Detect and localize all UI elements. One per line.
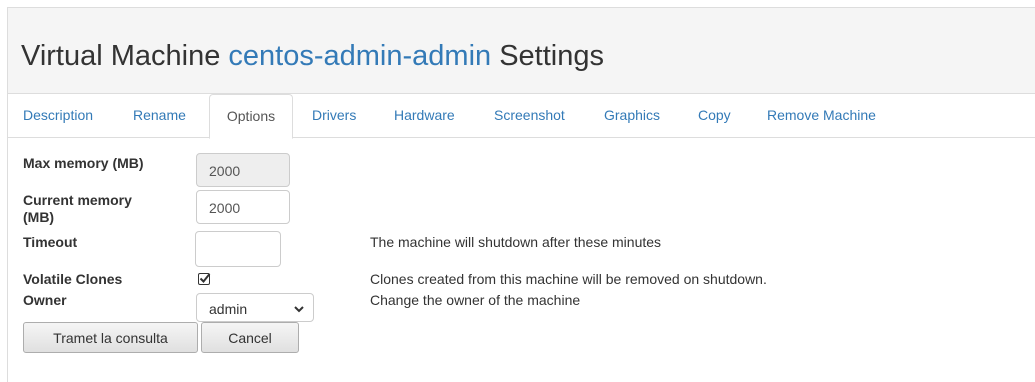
tab-copy[interactable]: Copy (698, 94, 731, 138)
current-memory-label-line1: Current memory (23, 192, 132, 208)
tab-graphics[interactable]: Graphics (604, 94, 660, 138)
checkmark-icon (199, 273, 211, 283)
current-memory-input[interactable]: 2000 (196, 190, 290, 224)
max-memory-input[interactable]: 2000 (196, 153, 290, 187)
current-memory-value: 2000 (209, 200, 241, 216)
tab-options[interactable]: Options (209, 94, 293, 139)
timeout-help: The machine will shutdown after these mi… (370, 234, 662, 250)
page-title: Virtual Machine centos-admin-admin Setti… (21, 38, 604, 74)
current-memory-label-line2: (MB) (23, 209, 55, 225)
chevron-down-icon (294, 306, 304, 313)
current-memory-label: Current memory (MB) (23, 192, 132, 226)
tab-screenshot[interactable]: Screenshot (494, 94, 565, 138)
tab-description[interactable]: Description (23, 94, 93, 138)
tab-hardware[interactable]: Hardware (394, 94, 455, 138)
tab-bar: Description Rename Options Drivers Hardw… (8, 94, 1035, 139)
submit-button[interactable]: Tramet la consulta (23, 322, 198, 353)
volatile-clones-label: Volatile Clones (23, 271, 123, 287)
max-memory-label: Max memory (MB) (23, 155, 144, 171)
panel-heading: Virtual Machine centos-admin-admin Setti… (8, 8, 1035, 94)
tab-rename[interactable]: Rename (133, 94, 186, 138)
timeout-input[interactable] (195, 231, 281, 267)
owner-select[interactable]: admin (196, 293, 314, 322)
owner-help: Change the owner of the machine (370, 292, 581, 308)
tab-drivers[interactable]: Drivers (312, 94, 356, 138)
vm-name: centos-admin-admin (228, 40, 492, 72)
volatile-clones-help: Clones created from this machine will be… (370, 271, 767, 287)
volatile-clones-checkbox[interactable] (198, 273, 211, 285)
timeout-label: Timeout (23, 234, 78, 250)
tab-remove-machine[interactable]: Remove Machine (767, 94, 876, 138)
title-prefix: Virtual Machine (21, 40, 229, 72)
cancel-button[interactable]: Cancel (201, 322, 299, 353)
settings-panel: Virtual Machine centos-admin-admin Setti… (7, 7, 1035, 382)
max-memory-value: 2000 (209, 163, 241, 179)
title-suffix: Settings (491, 40, 604, 72)
owner-label: Owner (23, 292, 67, 308)
owner-value: admin (209, 301, 248, 317)
